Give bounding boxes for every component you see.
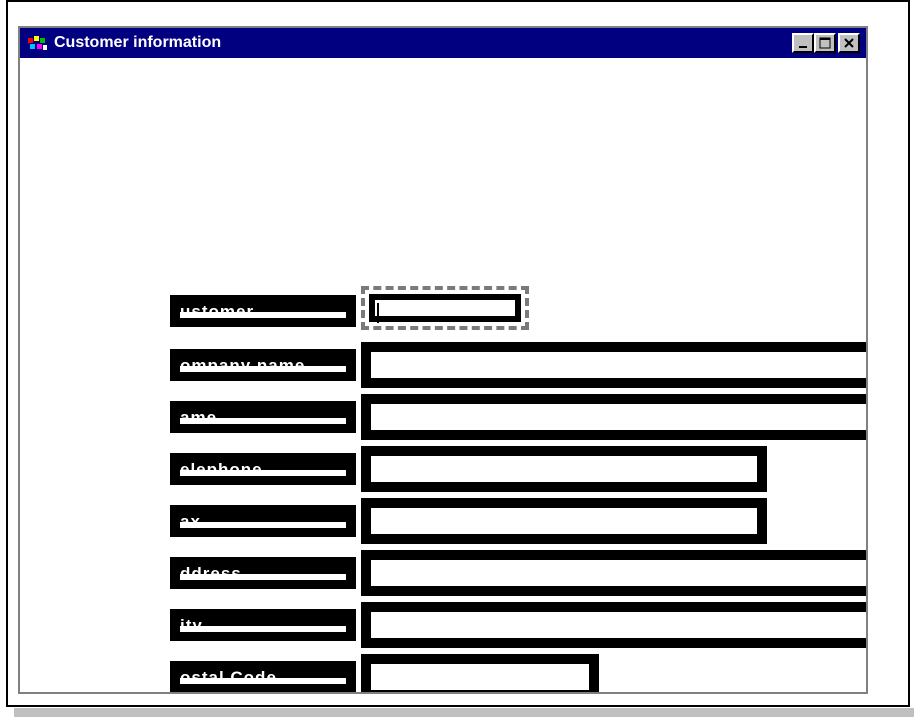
address-input[interactable]: [371, 560, 866, 586]
postal-code-field: [361, 654, 599, 692]
title-bar[interactable]: Customer information: [20, 28, 866, 58]
name-label: ame: [170, 401, 356, 433]
customer-label: ustomer: [170, 295, 356, 327]
postal-code-label: ostal Code: [170, 661, 356, 692]
close-button[interactable]: [838, 33, 860, 53]
name-input[interactable]: [371, 404, 866, 430]
company-name-label: ompany name: [170, 349, 356, 381]
close-icon: [844, 38, 854, 48]
form-client-area: ustomer ompany name ame: [20, 58, 866, 692]
postal-code-input[interactable]: [371, 664, 589, 690]
maximize-icon: [819, 37, 831, 49]
name-field: [361, 394, 866, 440]
telephone-label: elephone: [170, 453, 356, 485]
telephone-field: [361, 446, 767, 492]
text-caret: [377, 303, 379, 323]
address-field: [361, 550, 866, 596]
fax-field: [361, 498, 767, 544]
telephone-input[interactable]: [371, 456, 757, 482]
app-icon[interactable]: [27, 36, 49, 52]
minimize-icon: [799, 46, 807, 48]
company-name-input[interactable]: [371, 352, 866, 378]
minimize-button[interactable]: [792, 33, 814, 53]
customer-information-window: Customer information: [18, 26, 868, 694]
city-field: [361, 602, 866, 648]
company-name-field: [361, 342, 866, 388]
address-label: ddress: [170, 557, 356, 589]
fax-input[interactable]: [371, 508, 757, 534]
fax-label: ax: [170, 505, 356, 537]
city-input[interactable]: [371, 612, 866, 638]
maximize-button[interactable]: [814, 33, 836, 53]
customer-input[interactable]: [375, 300, 515, 316]
city-label: ity: [170, 609, 356, 641]
page-shadow: [14, 708, 914, 717]
customer-focus-frame: [361, 286, 529, 330]
window-title: Customer information: [54, 34, 222, 51]
